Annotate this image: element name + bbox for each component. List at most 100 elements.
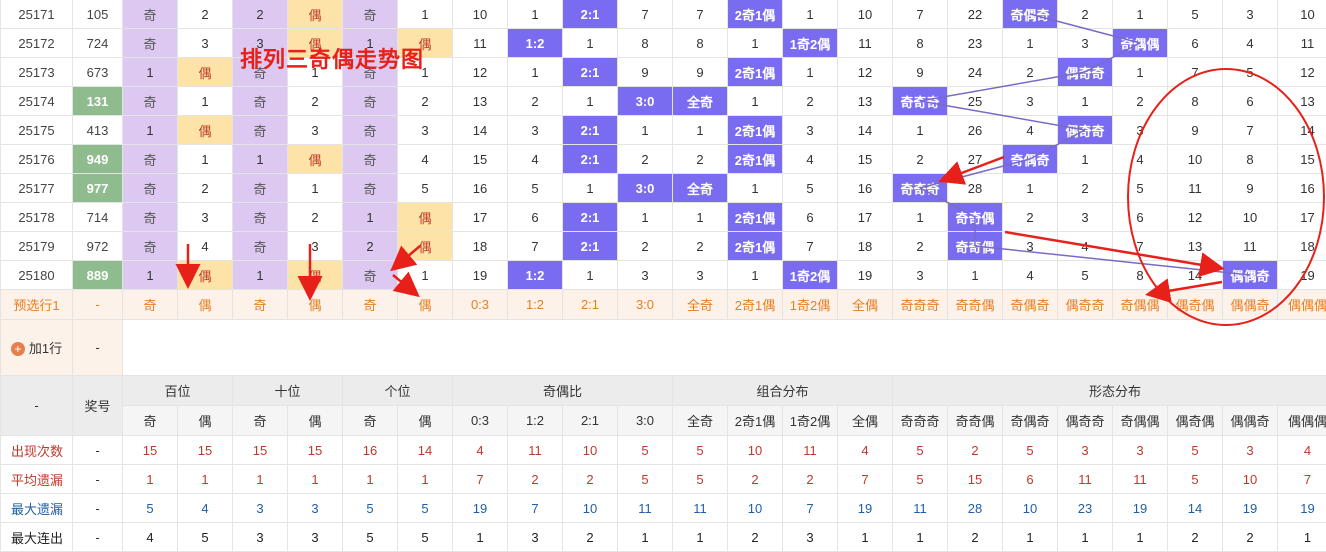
- stat-value: 3: [1057, 435, 1113, 465]
- stat-value: 10: [1002, 493, 1058, 523]
- combo-cell: 1: [672, 202, 728, 232]
- position-cell: 奇: [342, 0, 398, 29]
- position-cell: 奇: [122, 231, 178, 261]
- predict-cell[interactable]: 3:0: [617, 289, 673, 320]
- prize-number: 714: [72, 202, 123, 232]
- stat-value: 19: [1112, 493, 1168, 523]
- predict-cell[interactable]: 1:2: [507, 289, 563, 320]
- stat-value: 1: [837, 522, 893, 552]
- shape-cell: 2: [1112, 86, 1168, 116]
- predict-cell[interactable]: 奇: [342, 289, 398, 320]
- stat-value: 11: [892, 493, 948, 523]
- position-cell: 5: [397, 173, 453, 203]
- stat-value: 19: [1277, 493, 1326, 523]
- shape-cell: 18: [1277, 231, 1326, 261]
- predict-cell[interactable]: 偶奇奇: [1057, 289, 1113, 320]
- predict-cell[interactable]: 奇奇偶: [947, 289, 1003, 320]
- stat-value: 15: [947, 464, 1003, 494]
- header-group: 组合分布: [672, 375, 893, 406]
- predict-cell[interactable]: 1奇2偶: [782, 289, 838, 320]
- stat-dash: -: [72, 522, 123, 552]
- ratio-cell: 2:1: [562, 57, 618, 87]
- predict-cell[interactable]: 2奇1偶: [727, 289, 783, 320]
- ratio-cell: 13: [452, 86, 508, 116]
- header-sub: 奇: [232, 405, 288, 436]
- stat-value: 2: [727, 464, 783, 494]
- predict-cell[interactable]: 0:3: [452, 289, 508, 320]
- ratio-cell: 2:1: [562, 115, 618, 145]
- predict-cell[interactable]: 偶偶偶: [1277, 289, 1326, 320]
- header-sub: 奇: [122, 405, 178, 436]
- combo-cell: 全奇: [672, 86, 728, 116]
- table-row: 25173 673 1 偶奇 1 奇 1 12 1 2:1 9 9 2奇1偶 1 12 9 24 2 偶奇奇 1 7 5 1…: [0, 57, 1326, 87]
- predict-cell[interactable]: 全奇: [672, 289, 728, 320]
- shape-cell: 3: [1057, 28, 1113, 58]
- header-group: 个位: [342, 375, 453, 406]
- predict-label: 预选行1: [0, 289, 73, 320]
- predict-cell[interactable]: 偶: [287, 289, 343, 320]
- shape-cell: 24: [947, 57, 1003, 87]
- predict-cell[interactable]: 奇偶奇: [1002, 289, 1058, 320]
- header-row: - 奖号 百位 十位 个位 奇偶比 组合分布 形态分布: [0, 375, 1326, 436]
- predict-row[interactable]: 预选行1- 奇偶奇偶奇偶 0:3 1:2 2:1 3:0 全奇 2奇1偶 1奇2偶 全偶 奇奇奇 奇奇…: [0, 289, 1326, 320]
- stat-value: 15: [177, 435, 233, 465]
- predict-cell[interactable]: 2:1: [562, 289, 618, 320]
- shape-cell: 17: [1277, 202, 1326, 232]
- shape-cell: 奇偶偶: [1112, 28, 1168, 58]
- shape-cell: 10: [1277, 0, 1326, 29]
- shape-cell: 26: [947, 115, 1003, 145]
- plus-icon[interactable]: +: [10, 342, 25, 356]
- prize-number: 889: [72, 260, 123, 290]
- position-cell: 奇: [342, 115, 398, 145]
- header-sub: 偶: [287, 405, 343, 436]
- position-cell: 1: [177, 144, 233, 174]
- header-group: 奇偶比: [452, 375, 673, 406]
- combo-cell: 4: [782, 144, 838, 174]
- predict-cell[interactable]: 偶奇偶: [1167, 289, 1223, 320]
- combo-cell: 7: [672, 0, 728, 29]
- predict-cell[interactable]: 偶: [397, 289, 453, 320]
- stat-value: 15: [287, 435, 343, 465]
- stat-row: 出现次数 -15 15 15 15 16 14 4 11 10 5 5 10 11 4 5 2 5 3 3 5 3 4: [0, 435, 1326, 465]
- stat-value: 5: [672, 464, 728, 494]
- shape-cell: 3: [1057, 202, 1113, 232]
- ratio-cell: 2:1: [562, 144, 618, 174]
- ratio-cell: 18: [452, 231, 508, 261]
- header-sub: 1:2: [507, 405, 563, 436]
- shape-cell: 12: [1167, 202, 1223, 232]
- header-sub: 奇偶奇: [1002, 405, 1058, 436]
- predict-cell[interactable]: 奇偶偶: [1112, 289, 1168, 320]
- predict-cell[interactable]: 奇奇奇: [892, 289, 948, 320]
- stat-label: 最大遗漏: [0, 493, 73, 523]
- shape-cell: 奇奇偶: [947, 231, 1003, 261]
- position-cell: 偶: [177, 57, 233, 87]
- stat-value: 2: [947, 435, 1003, 465]
- predict-cell[interactable]: 偶偶奇: [1222, 289, 1278, 320]
- ratio-cell: 2: [507, 86, 563, 116]
- predict-cell[interactable]: 全偶: [837, 289, 893, 320]
- shape-cell: 偶偶奇: [1222, 260, 1278, 290]
- position-cell: 奇: [232, 173, 288, 203]
- position-cell: 奇: [232, 115, 288, 145]
- predict-cell[interactable]: 奇: [232, 289, 288, 320]
- shape-cell: 7: [1167, 57, 1223, 87]
- shape-cell: 2: [892, 231, 948, 261]
- header-sub: 全偶: [837, 405, 893, 436]
- table-row: 25178 714 奇 3 奇 2 1 偶 17 6 2:1 1 1 2奇1偶 6 17 1 奇奇偶 2 3 6 12 10…: [0, 202, 1326, 232]
- header-sub: 偶: [397, 405, 453, 436]
- ratio-cell: 1:2: [507, 260, 563, 290]
- position-cell: 奇: [122, 86, 178, 116]
- stat-value: 15: [122, 435, 178, 465]
- ratio-cell: 8: [617, 28, 673, 58]
- stat-value: 11: [617, 493, 673, 523]
- stat-value: 1: [1112, 522, 1168, 552]
- predict-cell[interactable]: 奇: [122, 289, 178, 320]
- prize-number: 413: [72, 115, 123, 145]
- stat-value: 3: [782, 522, 838, 552]
- shape-cell: 15: [1277, 144, 1326, 174]
- add-row-button[interactable]: + 加1行: [0, 319, 73, 376]
- predict-cell[interactable]: 偶: [177, 289, 233, 320]
- position-cell: 2: [397, 86, 453, 116]
- stat-dash: -: [72, 493, 123, 523]
- ratio-cell: 7: [617, 0, 673, 29]
